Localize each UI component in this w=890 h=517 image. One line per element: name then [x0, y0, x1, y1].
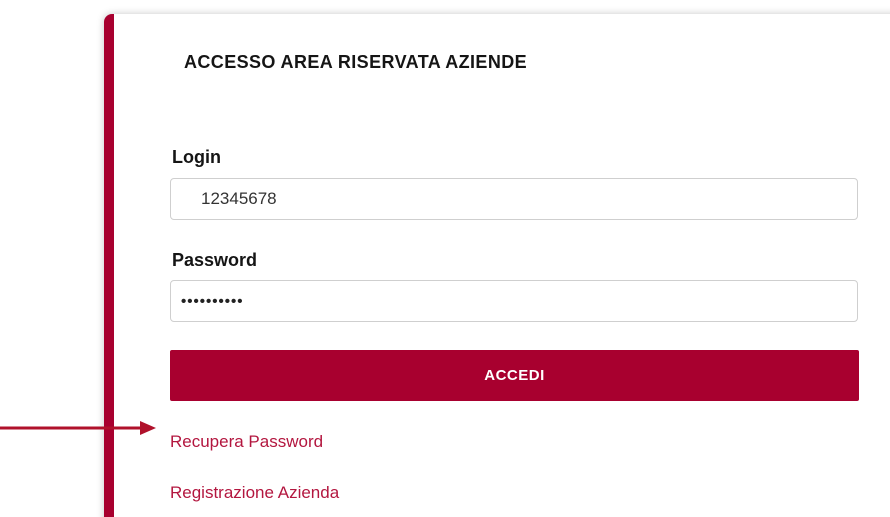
login-label: Login [172, 147, 221, 167]
recover-password-link[interactable]: Recupera Password [170, 432, 323, 452]
login-panel: ACCESSO AREA RISERVATA AZIENDE Login Pas… [104, 14, 890, 517]
password-input[interactable] [170, 280, 858, 322]
accedi-button[interactable]: ACCEDI [170, 350, 859, 401]
password-label: Password [172, 250, 258, 270]
pointer-arrow-icon [0, 421, 156, 435]
page: ACCESSO AREA RISERVATA AZIENDE Login Pas… [0, 0, 890, 517]
company-registration-link[interactable]: Registrazione Azienda [170, 483, 339, 503]
page-title: ACCESSO AREA RISERVATA AZIENDE [184, 52, 528, 72]
login-input[interactable] [170, 178, 858, 220]
